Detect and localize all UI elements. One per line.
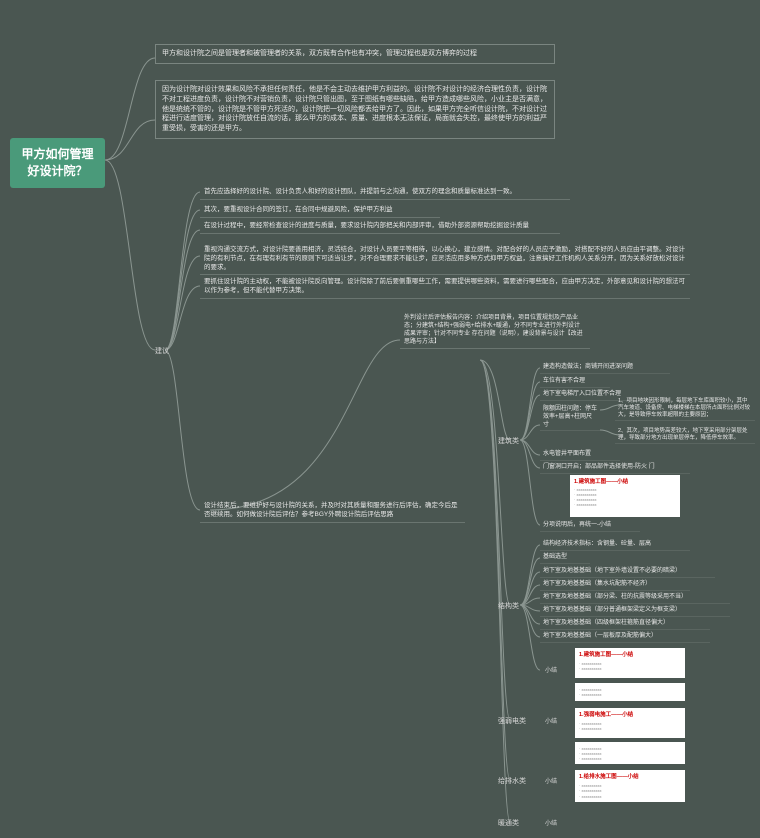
arch-item-4a: 1、项目地块因形限制，每层地下车库面积较小，其中汽车坡道、设备房、电梯楼梯在本层… (615, 397, 755, 421)
water-sub: 小结 (545, 776, 557, 785)
arch-item-5: 水电管井平面布置 (540, 450, 620, 461)
step-1: 首先应选择好的设计院、设计负责人和好的设计团队，并提前与之沟通，使双方的理念和质… (200, 186, 570, 200)
root-node[interactable]: 甲方如何管理好设计院？ (10, 138, 105, 188)
struct-item-2: 基础选型 (540, 553, 590, 564)
doc-header: 1.给排水施工图——小结 (579, 774, 681, 781)
struct-doc-thumb-1[interactable]: 1.建筑施工图——小结 · xxxxxxxxxx· xxxxxxxxxx (575, 648, 685, 678)
elec-doc-thumb[interactable]: 1.强弱电施工——小结 · xxxxxxxxxx· xxxxxxxxxx (575, 708, 685, 738)
struct-item-7: 地下室及地基基础（四级框架柱箍筋直径偏大） (540, 619, 710, 630)
arch-item-4: 限额因柱问题：停车效率+层高+柱网尺寸 (540, 405, 600, 431)
doc-header: 1.建筑施工图——小结 (579, 652, 681, 659)
doc-header: 1.建筑施工图——小结 (574, 479, 676, 486)
category-electrical[interactable]: 强弱电类 (498, 716, 526, 726)
category-architecture[interactable]: 建筑类 (498, 436, 519, 446)
arch-item-4b: 2、其次，项目地势高差较大，地下室采用部分架层处理，导致部分地方出现单层停车，降… (615, 427, 755, 444)
struct-item-1: 结构经济技术指标：含钢量、砼量、层高 (540, 540, 690, 551)
struct-item-8: 地下室及地基基础（一层板厚及配筋偏大） (540, 632, 710, 643)
category-hvac[interactable]: 暖通类 (498, 818, 519, 828)
category-plumbing[interactable]: 给排水类 (498, 776, 526, 786)
step-3: 在设计过程中，要经常检查设计的进度与质量，要求设计院内部把关和内部评审，借助外部… (200, 220, 560, 234)
elec-sub: 小结 (545, 716, 557, 725)
advice-1: 设计结束后，要维护好与设计院的关系，并及时对其质量和服务进行后评估，确定今后是否… (200, 500, 465, 523)
struct-sub: 小结 (545, 665, 557, 674)
arch-item-6: 门窗洞口开启；部品部件选择使用-防火 门 (540, 463, 690, 474)
arch-item-2: 车位有害不合理 (540, 377, 610, 388)
water-doc-thumb[interactable]: 1.给排水施工图——小结 · xxxxxxxxxx· xxxxxxxxxx· x… (575, 770, 685, 802)
advice-label[interactable]: 建议 (155, 346, 169, 356)
arch-doc-thumb[interactable]: 1.建筑施工图——小结 · xxxxxxxxxx· xxxxxxxxxx· xx… (570, 475, 680, 517)
arch-item-1: 建造构造做法；商铺开间进深问题 (540, 363, 670, 374)
struct-item-6: 地下室及地基基础（部分普通框架梁定义为框支梁） (540, 606, 730, 617)
elec-doc-thumb-2[interactable]: · xxxxxxxxxx· xxxxxxxxxx· xxxxxxxxxx (575, 742, 685, 764)
paragraph-1: 甲方和设计院之间是管理者和被管理者的关系，双方既有合作也有冲突，管理过程也是双方… (155, 44, 555, 64)
step-2: 其次，要重视设计合同的签订，在合同中规避风险，保护甲方利益 (200, 204, 440, 218)
paragraph-2: 因为设计院对设计效果和风险不承担任何责任，他是不会主动去维护甲方利益的。设计院不… (155, 80, 555, 139)
arch-item-7: 分项说明后，再统一-小结 (540, 521, 640, 532)
struct-item-5: 地下室及地基基础（部分梁、柱的抗震等级采用不当） (540, 593, 730, 604)
struct-item-4: 地下室及地基基础（集水坑配筋不经济） (540, 580, 690, 591)
hvac-sub: 小结 (545, 818, 557, 827)
struct-doc-thumb-2[interactable]: · xxxxxxxxxx· xxxxxxxxxx (575, 683, 685, 701)
step-4: 重视沟通交流方式，对设计院要善用相济，灵活结合，对设计人员要平等相待，以心换心，… (200, 244, 690, 275)
advice-2: 外判设计后评估报告内容：介绍项目背景，项目位置规划及产品业态；分建筑+结构+强弱… (400, 312, 590, 349)
struct-item-3: 地下室及地基基础（地下室外墙设置不必要的暗梁） (540, 567, 715, 578)
doc-header: 1.强弱电施工——小结 (579, 712, 681, 719)
step-5: 要抓住设计院的主动权，不能被设计院反向管理。设计院除了前后要侧重哪些工作，需要提… (200, 276, 690, 299)
category-structure[interactable]: 结构类 (498, 601, 519, 611)
